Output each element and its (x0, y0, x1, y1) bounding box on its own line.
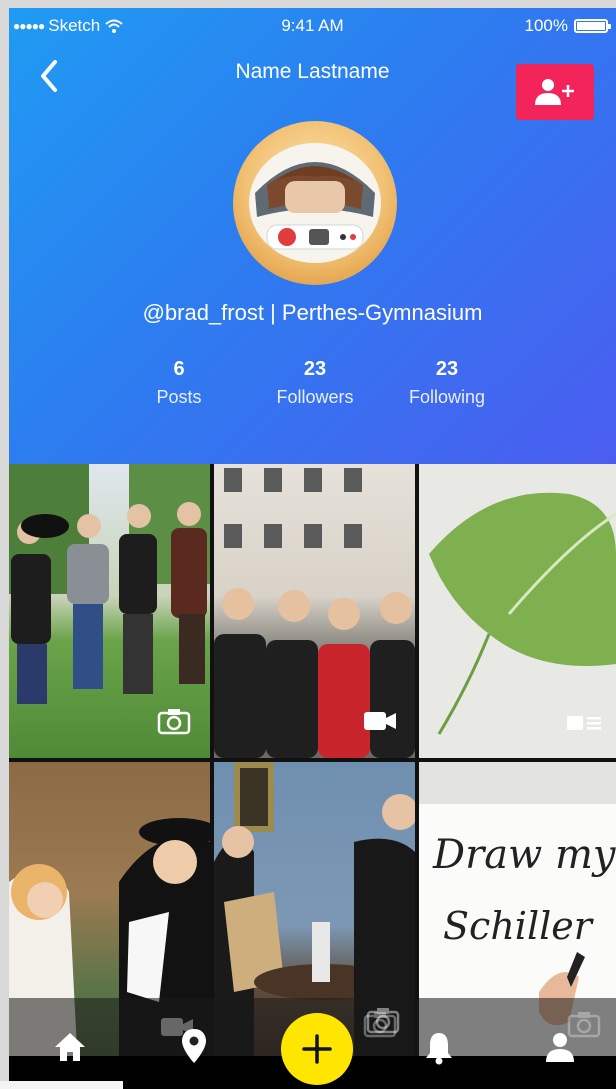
camera-icon (157, 709, 191, 735)
article-icon (567, 716, 601, 730)
home-icon[interactable] (53, 1031, 87, 1063)
add-user-icon (535, 79, 574, 105)
post-grid: Draw my life Schiller (9, 464, 616, 1089)
video-icon (364, 712, 396, 730)
avatar[interactable] (233, 121, 397, 285)
stat-value: 23 (303, 358, 327, 380)
post-tile[interactable] (214, 464, 415, 758)
profile-header: ●●●●● Sketch 9:41 AM 100% Name Lastname (9, 8, 616, 464)
phone-screen: ●●●●● Sketch 9:41 AM 100% Name Lastname (9, 8, 616, 1089)
stat-followers[interactable]: 23 Followers (255, 358, 375, 408)
battery-percent: 100% (524, 16, 568, 35)
sign-text-line-2: Schiller (443, 904, 592, 948)
page-corner-strip (0, 1081, 123, 1089)
stat-following[interactable]: 23 Following (387, 358, 507, 408)
add-post-button[interactable] (281, 1013, 353, 1085)
status-bar: ●●●●● Sketch 9:41 AM 100% (9, 8, 616, 42)
bell-icon[interactable] (425, 1031, 453, 1065)
stat-label: Following (408, 387, 486, 407)
post-tile[interactable] (419, 464, 616, 758)
post-tile[interactable] (9, 464, 210, 758)
stat-label: Posts (156, 387, 202, 407)
profile-icon[interactable] (545, 1032, 575, 1062)
camera-icon (363, 1012, 397, 1038)
stat-value: 6 (173, 358, 185, 380)
add-icon (302, 1034, 332, 1064)
add-friend-button[interactable] (516, 64, 594, 120)
stat-posts[interactable]: 6 Posts (119, 358, 239, 408)
stat-value: 23 (435, 358, 459, 380)
sign-text-line-1: Draw my life (433, 832, 616, 878)
video-icon (161, 1018, 193, 1036)
profile-handle: @brad_frost | Perthes-Gymnasium (142, 300, 483, 325)
stat-label: Followers (276, 387, 354, 407)
battery-icon (574, 19, 611, 33)
astronaut-avatar-illustration (249, 143, 381, 263)
